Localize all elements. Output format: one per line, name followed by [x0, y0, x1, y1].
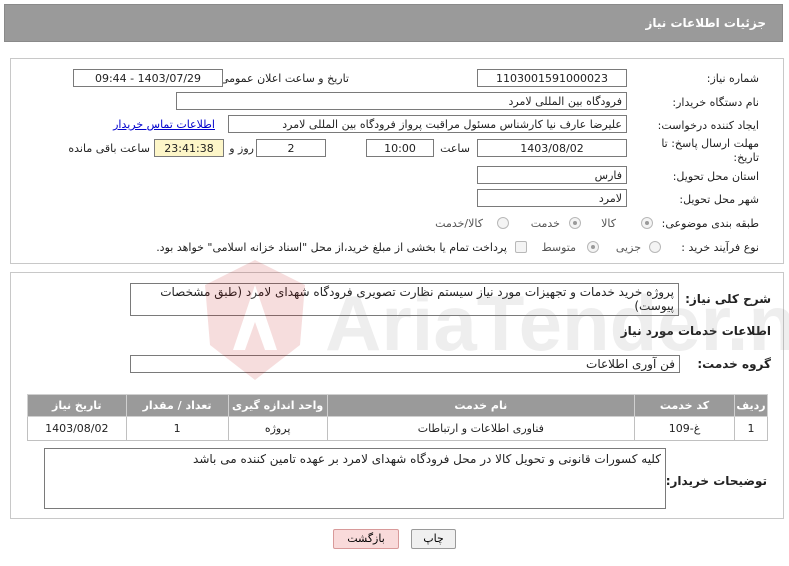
province-label: استان محل تحویل:: [672, 170, 759, 183]
back-button[interactable]: بازگشت: [333, 529, 399, 549]
page-title: جزئیات اطلاعات نیاز: [645, 16, 766, 30]
buyer-notes-label: توضیحات خریدار:: [665, 474, 767, 488]
cell-service-code: غ-109: [633, 416, 736, 441]
days-remaining-field: 2: [256, 139, 326, 157]
need-summary-label: شرح کلی نیاز:: [685, 292, 771, 306]
buyer-org-field: فرودگاه بین المللی لامرد: [176, 92, 627, 110]
category-radio-goods[interactable]: [641, 217, 653, 229]
process-radio-medium[interactable]: [587, 241, 599, 253]
remaining-time-label: ساعت باقی مانده: [68, 142, 150, 155]
cell-row-number: 1: [734, 416, 768, 441]
services-table: ردیف کد خدمت نام خدمت واحد اندازه گیری ت…: [27, 394, 768, 441]
creator-label: ایجاد کننده درخواست:: [657, 119, 759, 132]
print-button[interactable]: چاپ: [411, 529, 456, 549]
col-service-code: کد خدمت: [633, 394, 736, 417]
announce-datetime-field: 1403/07/29 - 09:44: [73, 69, 223, 87]
creator-field: علیرضا عارف نیا کارشناس مسئول مراقبت پرو…: [228, 115, 627, 133]
buyer-notes-field: کلیه کسورات قانونی و تحویل کالا در محل ف…: [44, 448, 666, 509]
buyer-contact-link[interactable]: اطلاعات تماس خریدار: [113, 118, 215, 131]
services-section-title: اطلاعات خدمات مورد نیاز: [620, 324, 771, 338]
category-option-goods: کالا: [601, 217, 616, 230]
col-unit: واحد اندازه گیری: [227, 394, 328, 417]
process-option-minor: جزیی: [615, 241, 641, 254]
need-summary-field: پروژه خرید خدمات و تجهیزات مورد نیاز سیس…: [130, 283, 679, 316]
treasury-payment-note: پرداخت تمام یا بخشی از مبلغ خرید،از محل …: [156, 241, 507, 254]
cell-service-name: فناوری اطلاعات و ارتباطات: [326, 416, 635, 441]
treasury-payment-checkbox[interactable]: [515, 241, 527, 253]
category-radio-goods-service[interactable]: [497, 217, 509, 229]
page-header: جزئیات اطلاعات نیاز: [4, 4, 783, 42]
category-radio-service[interactable]: [569, 217, 581, 229]
service-group-field: فن آوری اطلاعات: [130, 355, 680, 373]
col-quantity: تعداد / مقدار: [125, 394, 229, 417]
service-group-label: گروه خدمت:: [697, 357, 771, 371]
deadline-time-label: ساعت: [440, 142, 470, 155]
category-option-goods-service: کالا/خدمت: [435, 217, 483, 230]
need-number-field: 1103001591000023: [477, 69, 627, 87]
need-number-label: شماره نیاز:: [706, 72, 759, 85]
cell-need-date: 1403/08/02: [27, 416, 127, 441]
table-row: 1 غ-109 فناوری اطلاعات و ارتباطات پروژه …: [27, 416, 768, 441]
process-type-label: نوع فرآیند خرید :: [681, 241, 759, 254]
days-label: روز و: [229, 142, 254, 155]
buyer-org-label: نام دستگاه خریدار:: [672, 96, 759, 109]
process-radio-minor[interactable]: [649, 241, 661, 253]
category-option-service: خدمت: [530, 217, 560, 230]
province-field: فارس: [477, 166, 627, 184]
services-table-header: ردیف کد خدمت نام خدمت واحد اندازه گیری ت…: [27, 394, 768, 417]
deadline-label: مهلت ارسال پاسخ: تا تاریخ:: [661, 137, 759, 164]
deadline-time-field: 10:00: [366, 139, 434, 157]
cell-unit: پروژه: [227, 416, 328, 441]
col-service-name: نام خدمت: [326, 394, 635, 417]
remaining-time-field: 23:41:38: [154, 139, 224, 157]
col-row-number: ردیف: [734, 394, 768, 417]
category-label: طبقه بندی موضوعی:: [661, 217, 759, 230]
deadline-date-field: 1403/08/02: [477, 139, 627, 157]
city-field: لامرد: [477, 189, 627, 207]
cell-quantity: 1: [125, 416, 229, 441]
city-label: شهر محل تحویل:: [679, 193, 759, 206]
col-need-date: تاریخ نیاز: [27, 394, 127, 417]
process-option-medium: متوسط: [541, 241, 576, 254]
announce-datetime-label: تاریخ و ساعت اعلان عمومی:: [216, 72, 349, 85]
